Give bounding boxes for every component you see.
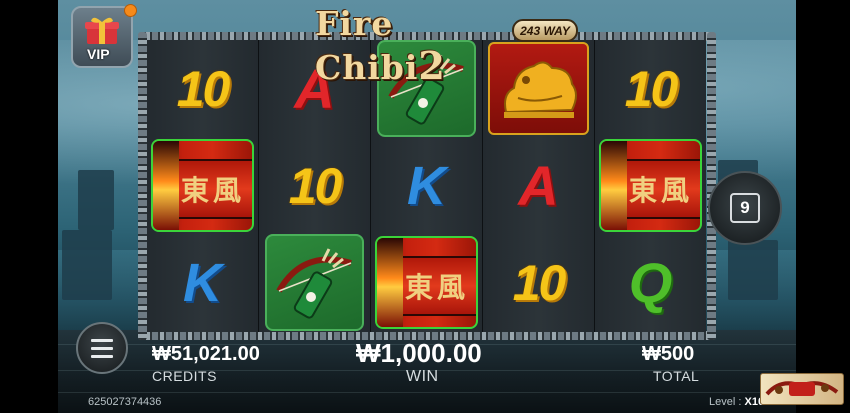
vip-button[interactable]: VIP	[71, 6, 133, 68]
reel-symbol: Q	[595, 234, 706, 331]
notification-dot	[124, 4, 137, 17]
quiver-symbol	[265, 234, 364, 331]
letterbox-right	[796, 0, 850, 413]
banner-text: 東風	[181, 174, 246, 207]
reel-1: 10 東風 K	[147, 40, 259, 332]
round-id: 625027374436	[88, 396, 162, 408]
background-ship	[728, 240, 778, 300]
reel-symbol: K	[371, 137, 482, 234]
reel-symbol: A	[483, 137, 594, 234]
menu-button[interactable]	[76, 322, 128, 374]
symbol-ten: 10	[288, 157, 343, 214]
banner-text: 東風	[629, 174, 694, 207]
wind-banner-symbol: 東風	[599, 139, 702, 232]
game-screen: 10 東風 K A 10 K 東風 A 10 10 東風 Q Fire Chib…	[0, 0, 850, 413]
total-value: ₩500	[642, 343, 695, 365]
watermark-graphic	[765, 381, 839, 396]
reel-symbol: 10	[147, 40, 258, 137]
ways-badge: 243 WAY	[512, 19, 578, 42]
menu-icon-bar	[91, 354, 113, 358]
symbol-king: K	[407, 155, 446, 216]
gift-icon	[85, 17, 119, 44]
win-label: WIN	[406, 368, 439, 385]
background-ship	[78, 170, 114, 230]
bow-quiver-icon	[275, 247, 352, 319]
letterbox-left	[0, 0, 58, 413]
symbol-queen: Q	[628, 251, 673, 314]
symbol-ten: 10	[176, 60, 231, 117]
reel-5: 10 東風 Q	[595, 40, 706, 332]
watermark-logo	[760, 373, 844, 405]
menu-icon-bar	[91, 338, 113, 342]
level-bubble[interactable]: 9	[708, 171, 782, 245]
credits-label: CREDITS	[152, 368, 217, 384]
reel-symbol: K	[147, 234, 258, 331]
level-indicator: Level : X10	[709, 396, 765, 408]
level-bubble-value: 9	[730, 193, 760, 223]
background-ship	[62, 230, 112, 300]
symbol-ace: A	[518, 154, 559, 217]
chain-frame-left	[138, 32, 147, 340]
reel-symbol: 10	[259, 137, 370, 234]
credits-value: ₩51,021.00	[152, 343, 260, 365]
symbol-king: K	[183, 252, 222, 313]
win-value: ₩1,000.00	[356, 338, 482, 368]
wind-banner-symbol: 東風	[151, 139, 254, 232]
symbol-ten: 10	[624, 60, 679, 117]
symbol-ten: 10	[512, 254, 567, 311]
vip-label: VIP	[87, 46, 110, 62]
reel-symbol: 東風	[147, 137, 258, 234]
reel-symbol: 10	[483, 234, 594, 331]
reel-symbol: 東風	[371, 234, 482, 331]
total-label: TOTAL	[653, 368, 700, 384]
game-logo: Fire Chibi2	[315, 2, 525, 88]
wind-banner-symbol: 東風	[375, 236, 478, 329]
banner-text: 東風	[405, 271, 470, 304]
reel-symbol	[259, 234, 370, 331]
reel-symbol: 東風	[595, 137, 706, 234]
menu-icon-bar	[91, 346, 113, 350]
reel-symbol: 10	[595, 40, 706, 137]
game-title: Fire Chibi2	[315, 4, 446, 88]
